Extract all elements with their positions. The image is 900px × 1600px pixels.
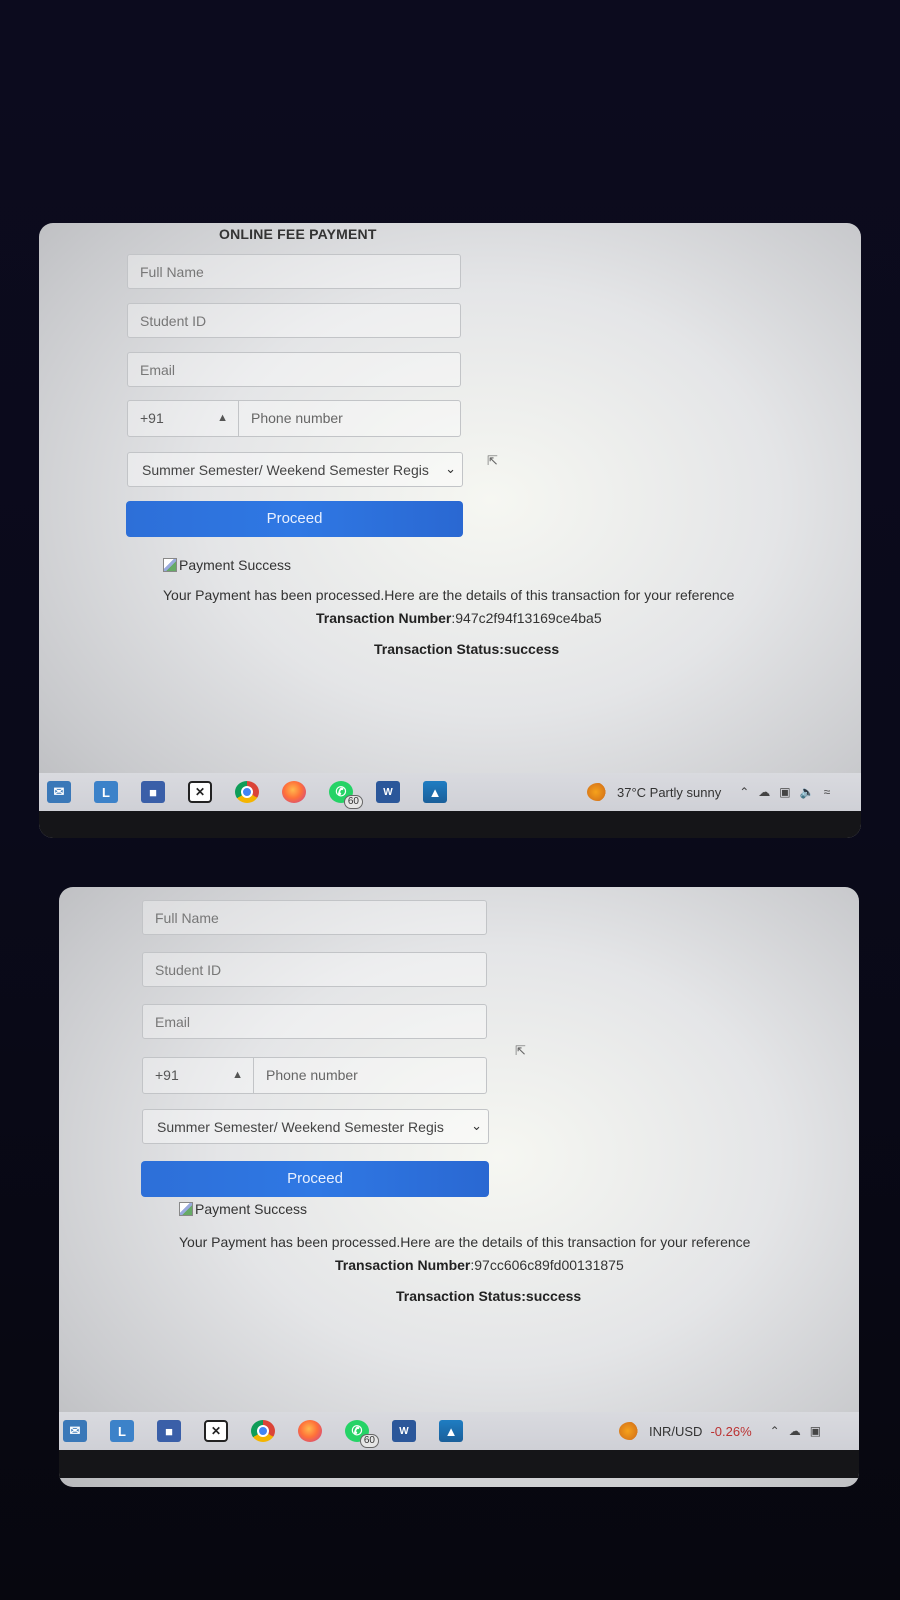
phone-input[interactable]: Phone number (254, 1057, 487, 1094)
word-icon[interactable]: W (376, 781, 400, 803)
mouse-cursor-icon: ⇱ (487, 453, 498, 468)
chrome-icon[interactable] (235, 781, 259, 803)
photos-icon[interactable]: ▲ (439, 1420, 463, 1442)
confirmation-message: Your Payment has been processed.Here are… (179, 1234, 751, 1250)
broken-image-icon (179, 1202, 193, 1216)
category-selected-value: Summer Semester/ Weekend Semester Regis (142, 462, 429, 478)
mail-icon[interactable]: ✉ (63, 1420, 87, 1442)
category-selected-value: Summer Semester/ Weekend Semester Regis (157, 1119, 444, 1135)
whatsapp-badge: 60 (359, 1434, 379, 1448)
taskbar: ✉ L ■ ✕ ✆ 60 W ▲ 37°C Partly sunny ⌃ ☁ ▣ … (39, 773, 861, 811)
payment-screen-2: Full Name Student ID Email +91 ▲︎ Phone … (59, 887, 859, 1487)
whatsapp-icon[interactable]: ✆ 60 (329, 781, 363, 809)
transaction-number-label: Transaction Number (316, 610, 452, 626)
store-icon[interactable]: ■ (157, 1420, 181, 1442)
system-tray: ⌃ ☁ ▣ 🔈 ≈ (739, 785, 830, 799)
xbox-icon[interactable]: ✕ (204, 1420, 228, 1442)
screen-photo-2: Full Name Student ID Email +91 ▲︎ Phone … (59, 887, 859, 1487)
cloud-icon[interactable]: ☁ (789, 1424, 801, 1438)
chevron-down-icon: ⌄ (471, 1118, 482, 1133)
student-id-input[interactable]: Student ID (127, 303, 461, 338)
country-code-select[interactable]: +91 ▲︎ (127, 400, 239, 437)
weather-icon (587, 783, 609, 801)
phone-input[interactable]: Phone number (239, 400, 461, 437)
word-icon[interactable]: W (392, 1420, 416, 1442)
laptop-bezel (39, 811, 861, 838)
transaction-status-label: Transaction Status (374, 641, 500, 657)
display-icon[interactable]: ▣ (810, 1424, 821, 1438)
confirmation-message: Your Payment has been processed.Here are… (163, 587, 735, 603)
payment-success-image: Payment Success (163, 557, 291, 573)
laptop-bezel (59, 1450, 859, 1478)
chrome-icon[interactable] (251, 1420, 275, 1442)
taskbar: ✉ L ■ ✕ ✆ 60 W ▲ INR/USD -0.26% ⌃ ☁ ▣ (59, 1412, 859, 1450)
transaction-number-line: Transaction Number:97cc606c89fd00131875 (335, 1257, 624, 1273)
firefox-icon[interactable] (298, 1420, 322, 1442)
payment-screen-1: ONLINE FEE PAYMENT Full Name Student ID … (39, 223, 861, 838)
wifi-icon[interactable]: ≈ (824, 785, 831, 799)
transaction-number-label: Transaction Number (335, 1257, 471, 1273)
updown-icon: ▲︎ (232, 1069, 243, 1081)
weather-text: 37°C Partly sunny (617, 784, 722, 800)
currency-pair: INR/USD (649, 1423, 703, 1439)
display-icon[interactable]: ▣ (779, 785, 790, 799)
email-input[interactable]: Email (142, 1004, 487, 1039)
proceed-button[interactable]: Proceed (126, 501, 463, 537)
transaction-number-value: :97cc606c89fd00131875 (470, 1257, 624, 1273)
firefox-icon[interactable] (282, 781, 306, 803)
payment-success-image: Payment Success (179, 1201, 307, 1217)
category-select[interactable]: Summer Semester/ Weekend Semester Regis … (142, 1109, 489, 1144)
transaction-status-value: :success (521, 1288, 582, 1304)
mail-icon[interactable]: ✉ (47, 781, 71, 803)
proceed-button[interactable]: Proceed (141, 1161, 489, 1197)
chevron-up-icon[interactable]: ⌃ (770, 1424, 780, 1438)
cloud-icon[interactable]: ☁ (758, 785, 770, 799)
form-title: ONLINE FEE PAYMENT (219, 226, 377, 242)
updown-icon: ▲︎ (217, 412, 228, 424)
transaction-status-value: :success (499, 641, 560, 657)
store-icon[interactable]: ■ (141, 781, 165, 803)
email-input[interactable]: Email (127, 352, 461, 387)
transaction-number-line: Transaction Number:947c2f94f13169ce4ba5 (316, 610, 602, 626)
system-tray: ⌃ ☁ ▣ (770, 1424, 821, 1438)
transaction-number-value: :947c2f94f13169ce4ba5 (451, 610, 602, 626)
student-id-input[interactable]: Student ID (142, 952, 487, 987)
phone-row: +91 ▲︎ Phone number (127, 400, 461, 437)
category-select[interactable]: Summer Semester/ Weekend Semester Regis … (127, 452, 463, 487)
currency-icon (619, 1422, 641, 1440)
l-app-icon[interactable]: L (110, 1420, 134, 1442)
country-code-value: +91 (155, 1067, 179, 1083)
chevron-down-icon: ⌄ (445, 461, 456, 476)
transaction-status-line: Transaction Status:success (396, 1288, 581, 1304)
whatsapp-badge: 60 (343, 795, 363, 809)
full-name-input[interactable]: Full Name (142, 900, 487, 935)
country-code-value: +91 (140, 410, 164, 426)
transaction-status-line: Transaction Status:success (374, 641, 559, 657)
payment-success-alt: Payment Success (195, 1201, 308, 1217)
photos-icon[interactable]: ▲ (423, 781, 447, 803)
broken-image-icon (163, 558, 177, 572)
whatsapp-icon[interactable]: ✆ 60 (345, 1420, 379, 1448)
phone-row: +91 ▲︎ Phone number (142, 1057, 487, 1094)
country-code-select[interactable]: +91 ▲︎ (142, 1057, 254, 1094)
screen-photo-1: ONLINE FEE PAYMENT Full Name Student ID … (39, 223, 861, 838)
l-app-icon[interactable]: L (94, 781, 118, 803)
mouse-cursor-icon: ⇱ (515, 1043, 526, 1058)
speaker-icon[interactable]: 🔈 (800, 785, 815, 799)
weather-widget[interactable]: 37°C Partly sunny ⌃ ☁ ▣ 🔈 ≈ (587, 783, 830, 801)
chevron-up-icon[interactable]: ⌃ (739, 785, 749, 799)
full-name-input[interactable]: Full Name (127, 254, 461, 289)
transaction-status-label: Transaction Status (396, 1288, 522, 1304)
currency-change: -0.26% (710, 1423, 752, 1439)
payment-success-alt: Payment Success (179, 557, 292, 573)
currency-widget[interactable]: INR/USD -0.26% ⌃ ☁ ▣ (619, 1422, 821, 1440)
xbox-icon[interactable]: ✕ (188, 781, 212, 803)
